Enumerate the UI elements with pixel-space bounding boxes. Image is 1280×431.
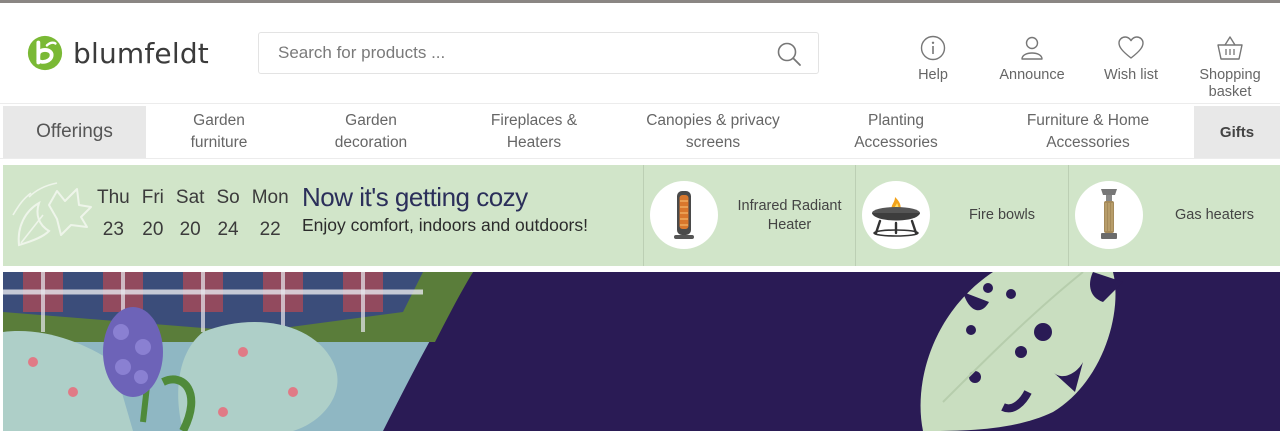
announce-label: Announce — [999, 67, 1065, 83]
card-label: Fire bowls — [968, 207, 1036, 223]
nav-item-furniture-home-accessories[interactable]: Furniture & Home Accessories — [1018, 108, 1158, 156]
promo-subtitle: Enjoy comfort, indoors and outdoors! — [302, 215, 588, 235]
site-header: blumfeldt Help Announce Wish list — [0, 3, 1280, 103]
nav-item-fireplaces-heaters[interactable]: Fireplaces & Heaters — [474, 108, 594, 156]
promo-card-infrared-heater[interactable]: Infrared Radiant Heater — [643, 165, 855, 266]
announce-button[interactable]: Announce — [992, 35, 1072, 84]
autumn-leaf-icon — [12, 182, 92, 247]
hero-image — [3, 272, 1280, 431]
nav-gifts[interactable]: Gifts — [1194, 106, 1280, 158]
search-box — [258, 32, 819, 74]
brand-logo-icon — [27, 35, 63, 71]
day-name: So — [216, 187, 240, 208]
promo-banner[interactable]: Thu 23 Fri 20 Sat 20 So 24 Mon 22 Now it… — [3, 165, 1280, 266]
category-nav: Offerings Garden furniture Garden decora… — [0, 103, 1280, 159]
user-icon — [1021, 36, 1043, 60]
nav-offerings[interactable]: Offerings — [3, 106, 146, 158]
promo-card-fire-bowls[interactable]: Fire bowls — [855, 165, 1068, 266]
day-column: So 24 — [216, 187, 239, 241]
basket-icon — [1217, 36, 1243, 60]
nav-item-planting-accessories[interactable]: Planting Accessories — [836, 108, 956, 156]
search-icon[interactable] — [776, 41, 802, 67]
card-image — [862, 181, 930, 249]
day-name: Sat — [175, 187, 205, 208]
brand-logo[interactable]: blumfeldt — [26, 33, 209, 73]
wish-list-button[interactable]: Wish list — [1099, 35, 1163, 84]
day-column: Thu 23 — [97, 187, 130, 241]
day-name: Mon — [251, 187, 289, 208]
nav-item-garden-furniture[interactable]: Garden furniture — [166, 108, 272, 156]
wish-list-label: Wish list — [1104, 67, 1158, 83]
day-number: 20 — [179, 219, 201, 240]
promo-title: Now it's getting cozy — [302, 182, 528, 212]
nav-item-canopies-privacy-screens[interactable]: Canopies & privacy screens — [638, 108, 788, 156]
info-icon — [920, 35, 946, 61]
card-label: Infrared Radiant Heater — [737, 197, 842, 233]
card-image — [1075, 181, 1143, 249]
day-name: Thu — [97, 187, 130, 208]
help-label: Help — [918, 67, 948, 83]
card-image — [650, 181, 718, 249]
heart-icon — [1118, 36, 1144, 59]
gas-heater-icon — [1101, 189, 1117, 239]
shopping-basket-label: Shopping basket — [1199, 67, 1261, 100]
brand-name: blumfeldt — [73, 36, 209, 70]
day-number: 22 — [259, 219, 281, 240]
day-number: 23 — [102, 219, 124, 240]
day-number: 20 — [142, 219, 164, 240]
fire-bowl-icon — [872, 197, 920, 237]
opening-days: Thu 23 Fri 20 Sat 20 So 24 Mon 22 — [97, 187, 301, 241]
day-number: 24 — [217, 219, 239, 240]
promo-card-gas-heaters[interactable]: Gas heaters — [1068, 165, 1280, 266]
infrared-heater-icon — [674, 191, 694, 239]
hero-banner[interactable] — [3, 272, 1280, 431]
day-column: Mon 22 — [252, 187, 289, 241]
shopping-basket-button[interactable]: Shopping basket — [1192, 35, 1268, 101]
card-label: Gas heaters — [1175, 207, 1254, 223]
search-input[interactable] — [259, 33, 759, 73]
day-name: Fri — [141, 187, 164, 208]
help-button[interactable]: Help — [906, 35, 960, 84]
nav-item-garden-decoration[interactable]: Garden decoration — [318, 108, 424, 156]
day-column: Sat 20 — [176, 187, 205, 241]
day-column: Fri 20 — [142, 187, 164, 241]
